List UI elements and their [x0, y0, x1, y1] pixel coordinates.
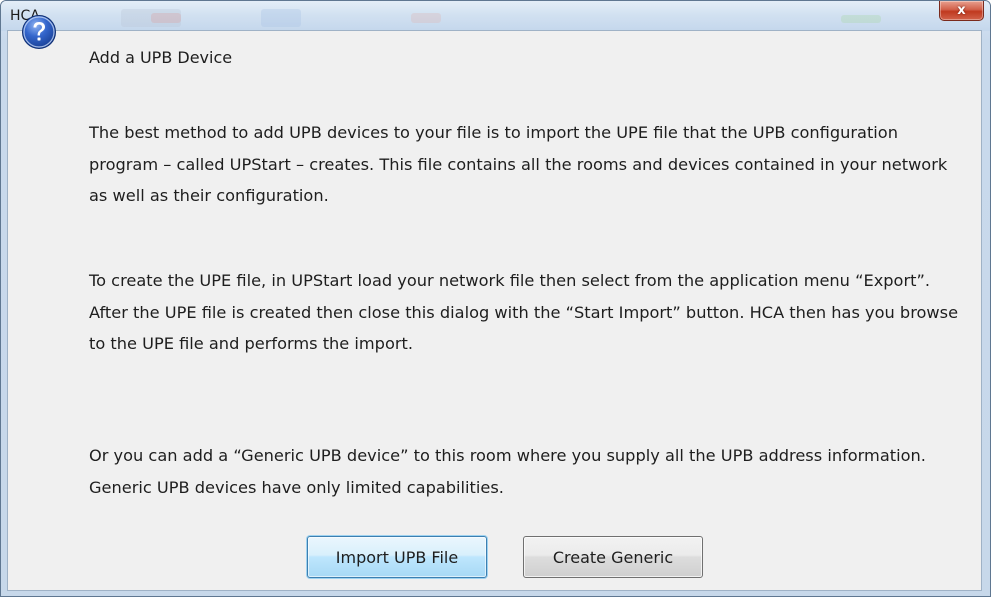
- dialog-paragraph: Or you can add a “Generic UPB device” to…: [89, 446, 926, 497]
- background-ghost: [151, 13, 181, 23]
- close-button[interactable]: x: [939, 1, 984, 21]
- dialog-header: Add a UPB Device: [89, 48, 233, 67]
- create-generic-button[interactable]: Create Generic: [523, 536, 703, 578]
- background-ghost: [841, 15, 881, 23]
- background-ghost: [261, 9, 301, 27]
- generic-button-label: Create Generic: [552, 547, 674, 567]
- dialog-paragraph: To create the UPE file, in UPStart load …: [89, 271, 959, 353]
- import-button-label: Import UPB File: [335, 547, 459, 567]
- background-ghost: [411, 13, 441, 23]
- import-upb-file-button[interactable]: Import UPB File: [307, 536, 487, 578]
- question-icon: [22, 15, 56, 49]
- title-bar[interactable]: HCA x: [1, 1, 990, 31]
- dialog-paragraph: The best method to add UPB devices to yo…: [89, 123, 948, 205]
- close-icon: x: [957, 3, 966, 18]
